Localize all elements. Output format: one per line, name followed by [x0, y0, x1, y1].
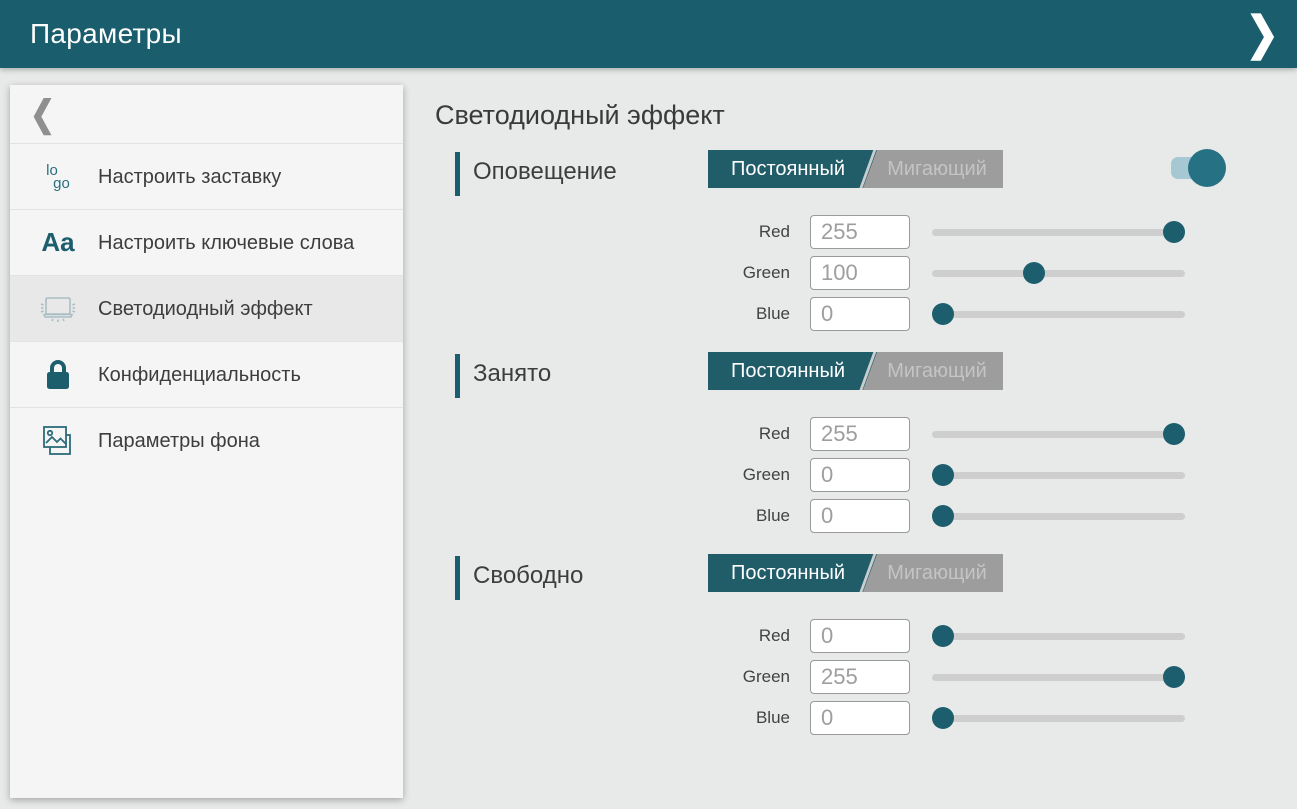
led-section-notification: Оповещение Постоянный Мигающий Red Green — [435, 148, 1287, 344]
green-slider[interactable] — [932, 256, 1185, 290]
sidebar-item-screensaver[interactable]: logo Настроить заставку — [10, 143, 403, 209]
green-value-input[interactable] — [810, 256, 910, 290]
green-label: Green — [700, 465, 790, 485]
red-label: Red — [700, 222, 790, 242]
slider-track — [932, 229, 1185, 236]
rgb-row-red: Red — [700, 417, 1185, 451]
rgb-row-red: Red — [700, 619, 1185, 653]
red-label: Red — [700, 424, 790, 444]
mode-option-solid[interactable]: Постоянный — [708, 554, 868, 592]
rgb-row-red: Red — [700, 215, 1185, 249]
section-accent-bar — [455, 152, 460, 196]
blue-slider[interactable] — [932, 499, 1185, 533]
slider-thumb[interactable] — [932, 707, 954, 729]
slider-track — [932, 270, 1185, 277]
red-slider[interactable] — [932, 215, 1185, 249]
settings-sidebar: ❮ logo Настроить заставку Aa Настроить к… — [10, 85, 403, 798]
slider-thumb[interactable] — [1163, 423, 1185, 445]
rgb-row-blue: Blue — [700, 297, 1185, 331]
slider-thumb[interactable] — [1023, 262, 1045, 284]
sidebar-item-label: Светодиодный эффект — [98, 296, 313, 322]
slider-track — [932, 633, 1185, 640]
mode-option-blinking[interactable]: Мигающий — [871, 554, 1003, 592]
mode-option-solid[interactable]: Постоянный — [708, 150, 868, 188]
led-section-busy: Занято Постоянный Мигающий Red Green Blu… — [435, 350, 1287, 546]
green-value-input[interactable] — [810, 660, 910, 694]
green-label: Green — [700, 263, 790, 283]
mode-segmented-control: Постоянный Мигающий — [708, 554, 1003, 592]
sidebar-item-label: Параметры фона — [98, 428, 260, 454]
slider-thumb[interactable] — [932, 303, 954, 325]
notification-enable-toggle[interactable] — [1165, 148, 1265, 188]
led-section-free: Свободно Постоянный Мигающий Red Green B… — [435, 552, 1287, 748]
red-slider[interactable] — [932, 417, 1185, 451]
blue-value-input[interactable] — [810, 701, 910, 735]
section-title: Свободно — [473, 562, 583, 590]
slider-track — [932, 431, 1185, 438]
logo-icon: logo — [38, 164, 78, 190]
page-title: Светодиодный эффект — [435, 100, 725, 131]
slider-track — [932, 513, 1185, 520]
slider-track — [932, 472, 1185, 479]
blue-value-input[interactable] — [810, 499, 910, 533]
sidebar-item-label: Настроить заставку — [98, 164, 281, 190]
rgb-row-blue: Blue — [700, 701, 1185, 735]
slider-track — [932, 311, 1185, 318]
back-chevron-icon: ❮ — [30, 93, 55, 135]
app-title: Параметры — [30, 18, 182, 50]
rgb-row-green: Green — [700, 458, 1185, 492]
sidebar-item-background[interactable]: Параметры фона — [10, 407, 403, 473]
mode-option-blinking[interactable]: Мигающий — [871, 150, 1003, 188]
rgb-row-green: Green — [700, 256, 1185, 290]
mode-option-blinking[interactable]: Мигающий — [871, 352, 1003, 390]
sidebar-collapse-button[interactable]: ❮ — [10, 85, 403, 143]
background-images-icon — [38, 423, 78, 459]
blue-label: Blue — [700, 304, 790, 324]
blue-label: Blue — [700, 506, 790, 526]
slider-thumb[interactable] — [1163, 221, 1185, 243]
slider-thumb[interactable] — [932, 625, 954, 647]
rgb-row-blue: Blue — [700, 499, 1185, 533]
slider-track — [932, 715, 1185, 722]
blue-slider[interactable] — [932, 701, 1185, 735]
red-label: Red — [700, 626, 790, 646]
slider-thumb[interactable] — [932, 505, 954, 527]
mode-segmented-control: Постоянный Мигающий — [708, 352, 1003, 390]
slider-thumb[interactable] — [932, 464, 954, 486]
red-value-input[interactable] — [810, 619, 910, 653]
lock-icon — [38, 358, 78, 392]
green-slider[interactable] — [932, 660, 1185, 694]
blue-value-input[interactable] — [810, 297, 910, 331]
mode-segmented-control: Постоянный Мигающий — [708, 150, 1003, 188]
sidebar-item-keywords[interactable]: Aa Настроить ключевые слова — [10, 209, 403, 275]
red-value-input[interactable] — [810, 215, 910, 249]
section-title: Оповещение — [473, 158, 617, 186]
blue-label: Blue — [700, 708, 790, 728]
keywords-aa-icon: Aa — [38, 227, 78, 258]
sidebar-item-led-effect[interactable]: Светодиодный эффект — [10, 275, 403, 341]
sidebar-item-label: Конфиденциальность — [98, 362, 301, 388]
sidebar-item-label: Настроить ключевые слова — [98, 230, 354, 256]
green-slider[interactable] — [932, 458, 1185, 492]
slider-thumb[interactable] — [1163, 666, 1185, 688]
section-accent-bar — [455, 556, 460, 600]
green-label: Green — [700, 667, 790, 687]
green-value-input[interactable] — [810, 458, 910, 492]
section-title: Занято — [473, 360, 551, 388]
blue-slider[interactable] — [932, 297, 1185, 331]
red-slider[interactable] — [932, 619, 1185, 653]
toggle-thumb — [1188, 149, 1226, 187]
rgb-row-green: Green — [700, 660, 1185, 694]
sidebar-item-privacy[interactable]: Конфиденциальность — [10, 341, 403, 407]
app-header: Параметры ❯ — [0, 0, 1297, 68]
red-value-input[interactable] — [810, 417, 910, 451]
forward-chevron-icon[interactable]: ❯ — [1245, 6, 1279, 61]
section-accent-bar — [455, 354, 460, 398]
slider-track — [932, 674, 1185, 681]
mode-option-solid[interactable]: Постоянный — [708, 352, 868, 390]
led-display-icon — [38, 292, 78, 326]
